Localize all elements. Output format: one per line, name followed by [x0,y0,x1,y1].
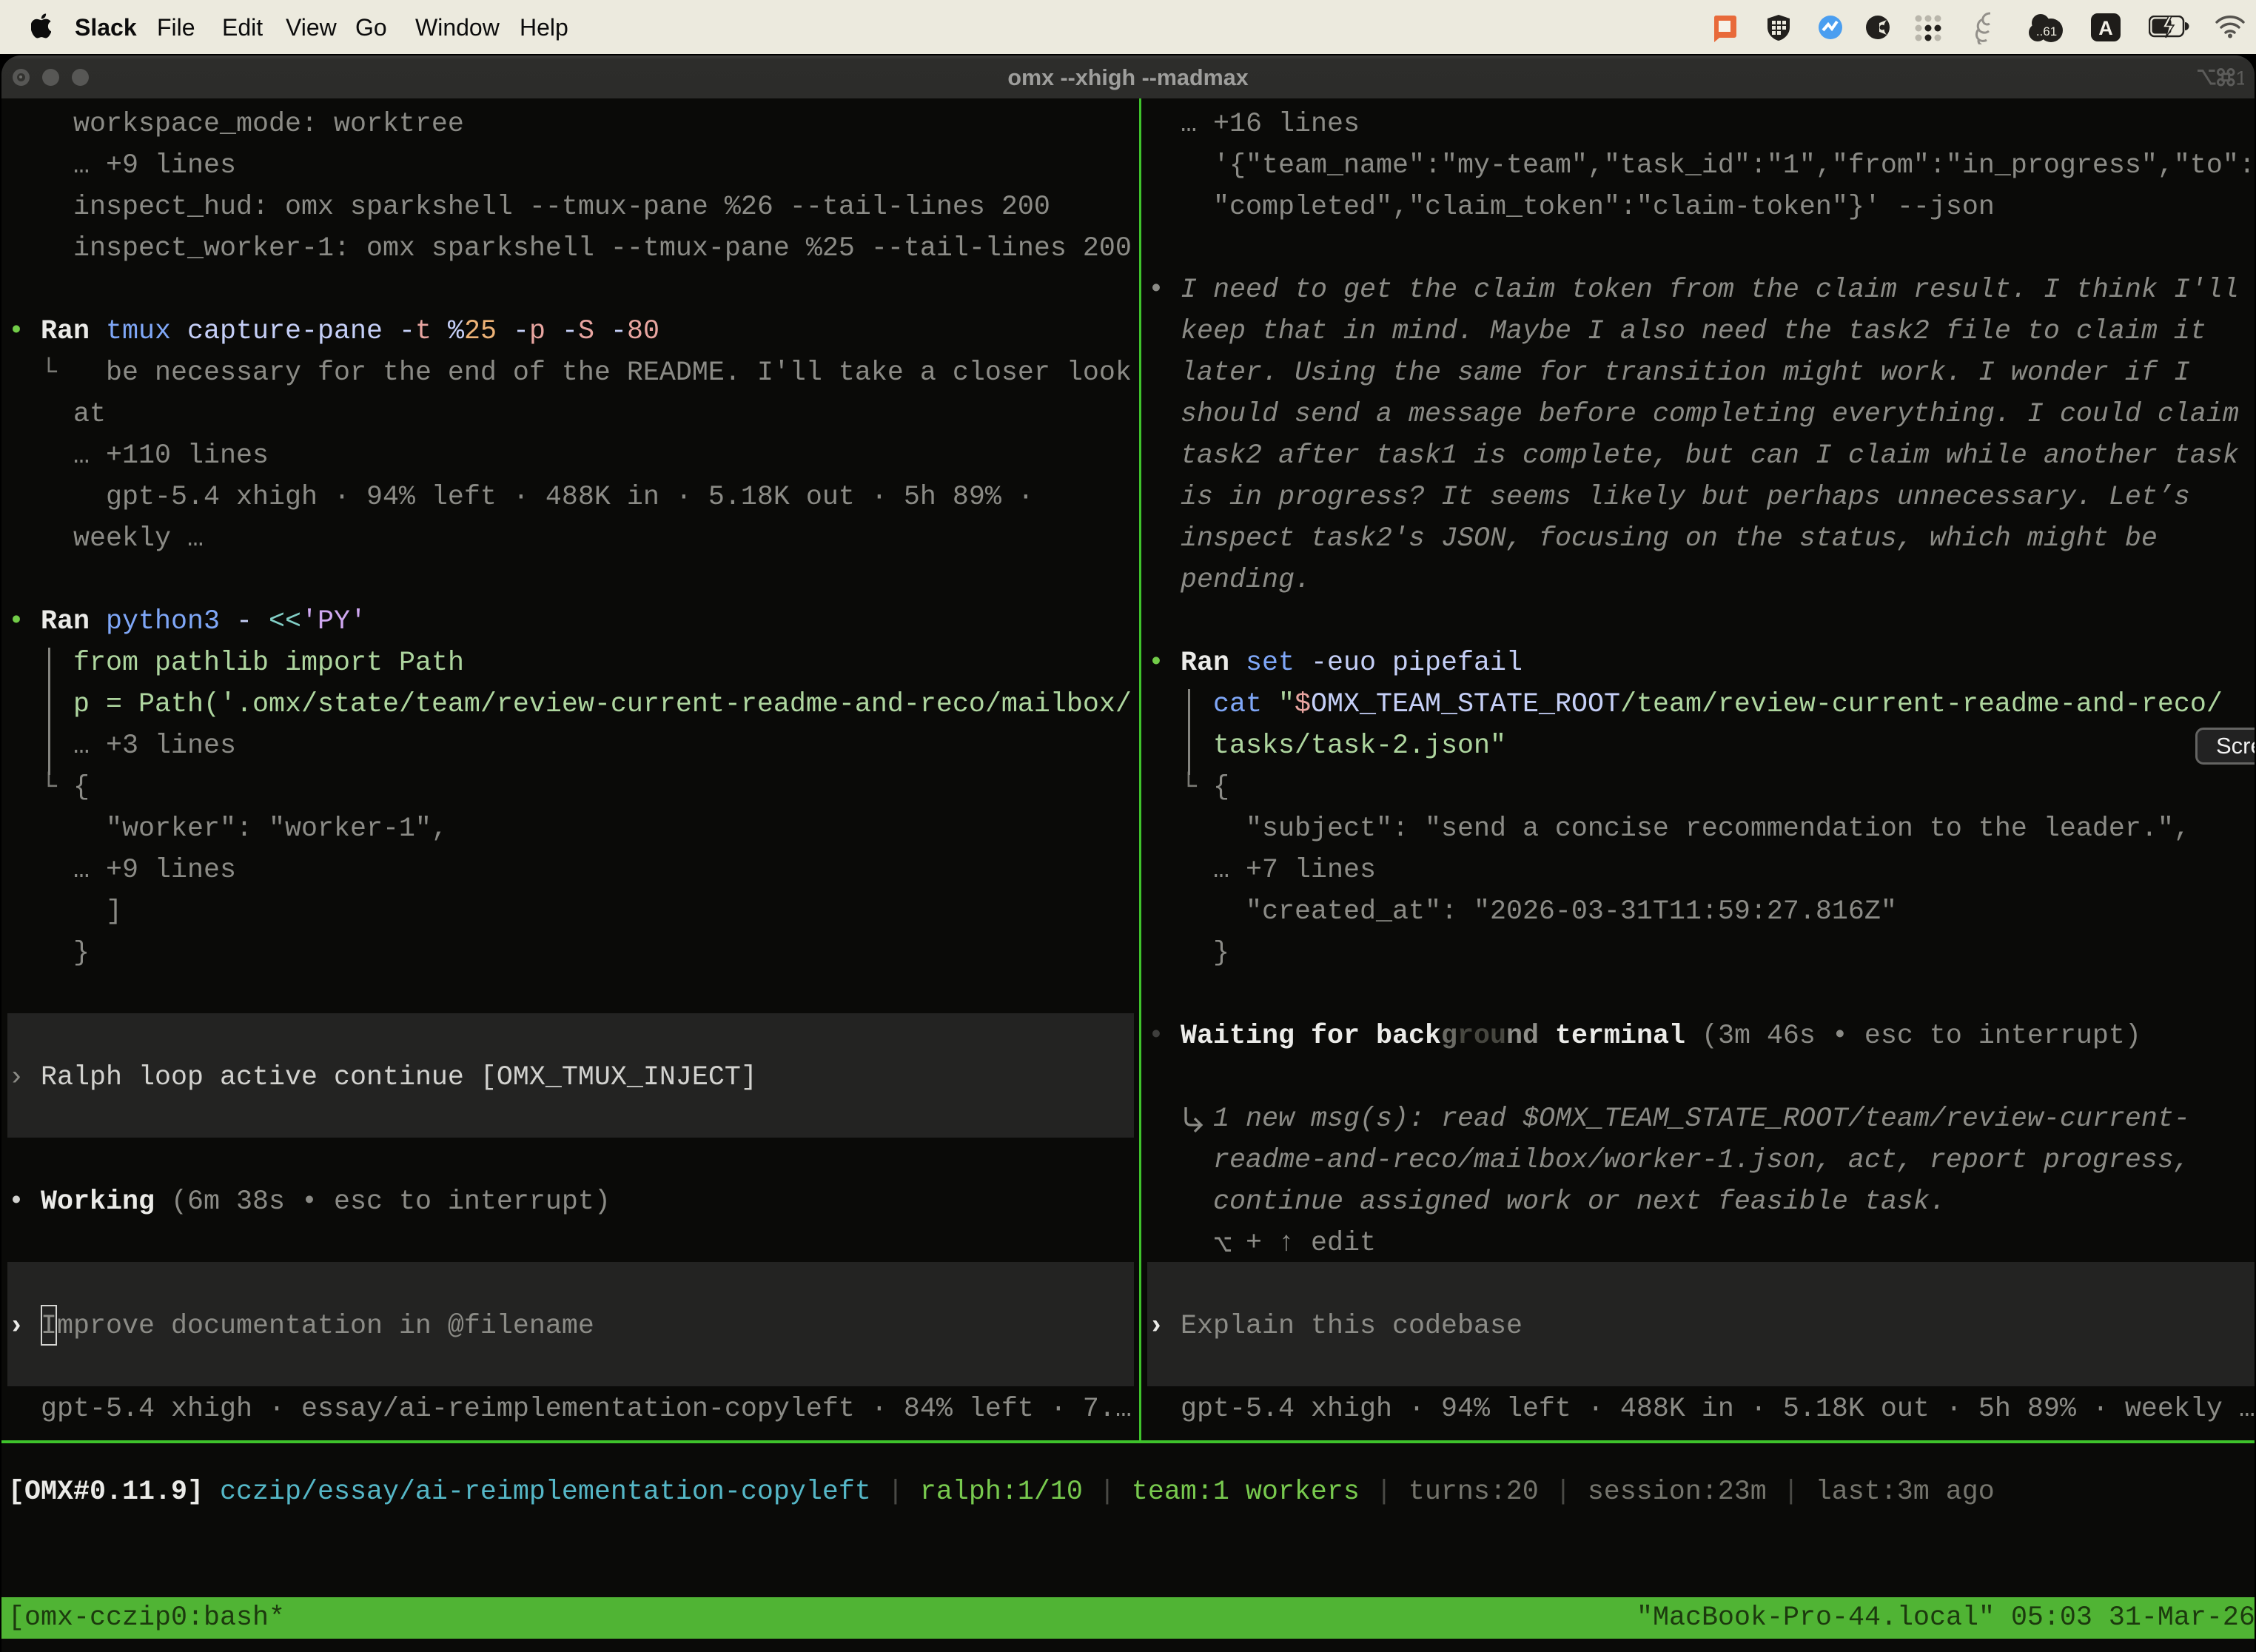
svg-text:A: A [2098,17,2113,39]
svg-text:1: 1 [2236,67,2245,89]
svg-text:..61: ..61 [2036,24,2057,38]
